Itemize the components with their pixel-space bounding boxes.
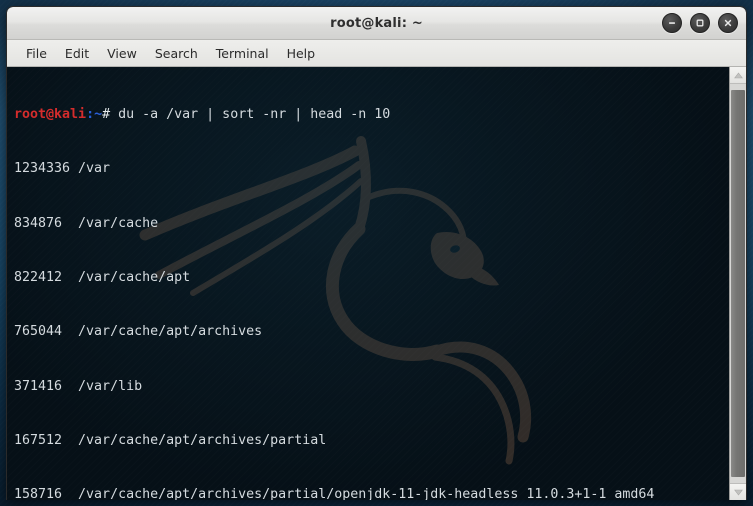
output-line: 167512 /var/cache/apt/archives/partial — [14, 432, 327, 448]
menu-bar: File Edit View Search Terminal Help — [7, 40, 746, 67]
command-text: du -a /var | sort -nr | head -n 10 — [110, 107, 391, 123]
prompt-colon: : — [86, 107, 95, 123]
close-button[interactable] — [718, 13, 738, 33]
window-title: root@kali: ~ — [330, 15, 423, 31]
scrollbar-down-arrow-icon[interactable] — [730, 483, 746, 500]
terminal-scrollbar[interactable] — [729, 67, 746, 500]
menu-item-edit[interactable]: Edit — [56, 43, 98, 64]
menu-item-view[interactable]: View — [98, 43, 146, 64]
command-line: root@kali:~# du -a /var | sort -nr | hea… — [14, 106, 729, 124]
menu-item-terminal[interactable]: Terminal — [207, 43, 278, 64]
menu-item-help[interactable]: Help — [278, 43, 325, 64]
prompt-path: ~ — [94, 107, 103, 123]
window-titlebar[interactable]: root@kali: ~ — [7, 7, 746, 40]
window-controls — [662, 7, 738, 39]
terminal-area: root@kali:~# du -a /var | sort -nr | hea… — [7, 67, 746, 500]
output-line: 158716 /var/cache/apt/archives/partial/o… — [14, 487, 655, 500]
output-line: 765044 /var/cache/apt/archives — [14, 324, 263, 340]
maximize-button[interactable] — [690, 13, 710, 33]
menu-item-search[interactable]: Search — [146, 43, 207, 64]
output-line: 834876 /var/cache — [14, 215, 159, 231]
terminal-output: root@kali:~# du -a /var | sort -nr | hea… — [14, 70, 729, 500]
terminal-screen[interactable]: root@kali:~# du -a /var | sort -nr | hea… — [7, 67, 729, 500]
prompt-user-host: root@kali — [14, 107, 87, 123]
prompt-symbol: # — [102, 107, 111, 123]
menu-item-file[interactable]: File — [17, 43, 56, 64]
minimize-button[interactable] — [662, 13, 682, 33]
output-line: 822412 /var/cache/apt — [14, 270, 191, 286]
output-line: 1234336 /var — [14, 161, 111, 177]
scrollbar-track[interactable] — [730, 84, 746, 483]
terminal-window: root@kali: ~ File Edit View Search Termi… — [6, 6, 747, 500]
scrollbar-thumb[interactable] — [731, 90, 745, 477]
output-line: 371416 /var/lib — [14, 378, 143, 394]
scrollbar-up-arrow-icon[interactable] — [730, 67, 746, 84]
